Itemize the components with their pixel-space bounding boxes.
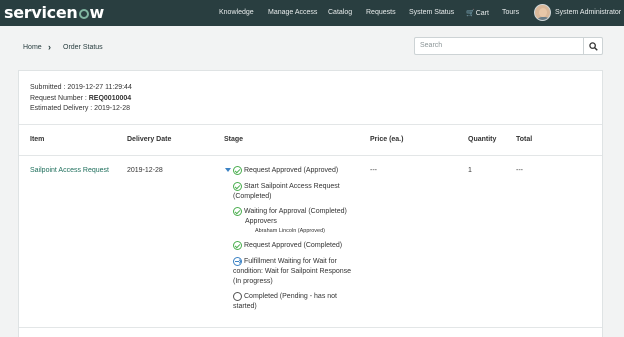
nav-tours[interactable]: Tours [502,9,519,16]
logo-text-b: w [89,3,105,22]
breadcrumb-current: Order Status [63,44,103,51]
stage-step-text: started) [233,303,257,310]
logo-text-a: servicen [4,3,78,22]
cart-icon: 🛒 [466,10,475,17]
column-header-delivery-date: Delivery Date [127,136,172,143]
total-value: --- [516,167,523,174]
request-number-label: Request Number : [30,95,89,102]
stage-step-text: Waiting for Approval (Completed) [244,208,347,215]
approvers-label: Approvers [245,218,277,225]
stage-step-text: Fulfillment Waiting for Wait for [244,258,337,265]
chevron-right-icon: › [48,42,51,52]
nav-cart-label: Cart [475,10,489,17]
empty-circle-icon [233,292,242,301]
stage-summary-label: Request Approved (Approved) [244,167,339,174]
submitted-info: Submitted : 2019-12-27 11:29:44 [30,84,132,91]
quantity-value: 1 [468,167,472,174]
breadcrumb-bar: Home › Order Status Search [0,26,624,70]
user-name[interactable]: System Administrator [555,9,621,16]
estimated-delivery: Estimated Delivery : 2019-12-28 [30,105,130,112]
stage-step-text: condition: Wait for Sailpoint Response [233,268,352,275]
item-link[interactable]: Sailpoint Access Request [30,167,109,174]
check-circle-icon [233,166,242,175]
arrow-circle-icon [233,257,242,266]
logo-o [78,9,89,19]
column-header-stage: Stage [224,136,244,143]
search-input[interactable]: Search [414,37,584,55]
column-header-total: Total [516,136,533,143]
request-number-value: REQ0010004 [88,95,132,102]
column-header-price: Price (ea.) [370,136,404,143]
column-header-item: Item [30,136,45,143]
delivery-date-value: 2019-12-28 [127,167,163,174]
column-header-quantity: Quantity [468,136,497,143]
nav-requests[interactable]: Requests [366,9,396,16]
divider [19,327,602,328]
nav-catalog[interactable]: Catalog [328,9,352,16]
approver-entry: Abraham Lincoln (Approved) [255,228,326,234]
search-button[interactable] [583,37,603,55]
search-icon [589,42,598,51]
order-status-card: Submitted : 2019-12-27 11:29:44 Request … [18,70,603,337]
stage-step-text: (In progress) [233,278,273,285]
stage-step-text: Request Approved (Completed) [244,242,343,249]
divider [19,124,602,125]
nav-cart[interactable]: 🛒Cart [466,9,489,17]
top-navigation-bar: servicen w Knowledge Manage Access Catalo… [0,0,624,26]
user-avatar[interactable] [534,4,551,21]
avatar-face [539,8,547,17]
nav-knowledge[interactable]: Knowledge [219,9,254,16]
check-circle-icon [233,182,242,191]
caret-down-icon[interactable] [225,168,231,172]
divider [19,155,602,156]
stage-step-text: (Completed) [233,193,272,200]
check-circle-icon [233,207,242,216]
servicenow-logo[interactable]: servicen w [4,3,104,22]
avatar-shirt [536,17,550,20]
nav-manage-access[interactable]: Manage Access [268,9,317,16]
breadcrumb-home[interactable]: Home [23,44,42,51]
price-value: --- [370,167,377,174]
request-number: Request Number : REQ0010004 [30,95,131,102]
nav-system-status[interactable]: System Status [409,9,454,16]
stage-step-text: Completed (Pending - has not [244,293,337,300]
stage-step-text: Start Sailpoint Access Request [244,183,340,190]
check-circle-icon [233,241,242,250]
